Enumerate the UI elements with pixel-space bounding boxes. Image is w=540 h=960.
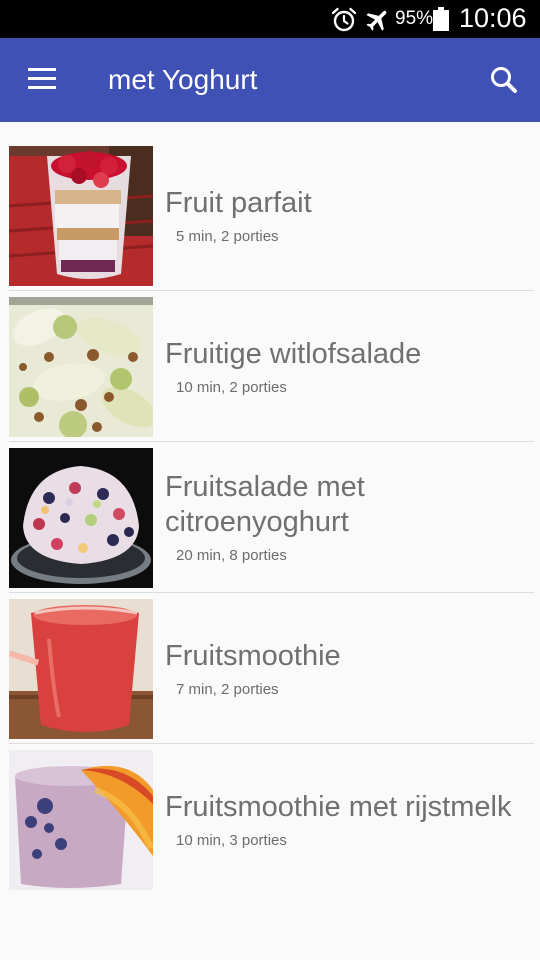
divider [9, 592, 534, 593]
recipe-thumbnail [9, 448, 153, 588]
recipe-meta: 5 min, 2 porties [176, 227, 279, 245]
recipe-item-fruit-parfait[interactable]: Fruit parfait 5 min, 2 porties [0, 142, 540, 293]
recipe-name: Fruit parfait [165, 186, 312, 219]
recipe-item-fruitsalade-met-citroenyoghurt[interactable]: Fruitsalade met citroenyoghurt 20 min, 8… [0, 444, 540, 595]
recipe-meta: 7 min, 2 porties [176, 680, 279, 698]
app-bar: met Yoghurt [0, 38, 540, 122]
recipe-item-fruitsmoothie[interactable]: Fruitsmoothie 7 min, 2 porties [0, 595, 540, 746]
divider [9, 290, 534, 291]
recipe-thumbnail [9, 146, 153, 286]
search-button[interactable] [480, 58, 528, 102]
recipe-list: Fruit parfait 5 min, 2 porties Fruitige … [0, 142, 540, 897]
status-bar: 95% 10:06 [0, 0, 540, 38]
menu-button[interactable] [14, 58, 70, 102]
status-clock: 10:06 [459, 3, 527, 33]
divider [9, 441, 534, 442]
recipe-thumbnail [9, 750, 153, 890]
search-icon [491, 67, 517, 93]
battery-icon [433, 7, 449, 31]
page-title: met Yoghurt [108, 64, 258, 95]
recipe-name: Fruitsmoothie met rijstmelk [165, 790, 512, 823]
recipe-name: Fruitsalade met citroenyoghurt [165, 471, 365, 538]
battery-percentage: 95% [395, 8, 434, 29]
recipe-meta: 10 min, 3 porties [176, 831, 287, 849]
recipe-item-fruitige-witlofsalade[interactable]: Fruitige witlofsalade 10 min, 2 porties [0, 293, 540, 444]
airplane-mode-icon [366, 10, 387, 31]
recipe-item-fruitsmoothie-met-rijstmelk[interactable]: Fruitsmoothie met rijstmelk 10 min, 3 po… [0, 746, 540, 897]
divider [9, 743, 534, 744]
recipe-name: Fruitsmoothie [165, 639, 341, 672]
alarm-icon [331, 7, 357, 32]
recipe-thumbnail [9, 297, 153, 437]
recipe-meta: 10 min, 2 porties [176, 378, 287, 396]
recipe-meta: 20 min, 8 porties [176, 547, 287, 564]
recipe-thumbnail [9, 599, 153, 739]
recipe-name: Fruitige witlofsalade [165, 337, 422, 370]
